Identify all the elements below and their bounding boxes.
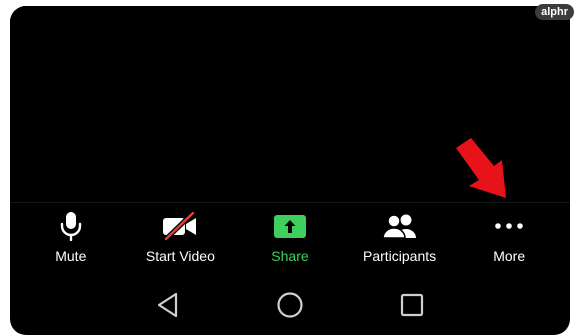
android-nav-bar <box>10 274 570 335</box>
recents-button[interactable] <box>397 290 427 320</box>
home-button[interactable] <box>275 290 305 320</box>
start-video-label: Start Video <box>145 248 215 264</box>
meeting-toolbar: Mute Start Video Share Participants More <box>10 203 570 273</box>
mute-label: Mute <box>55 248 87 264</box>
share-label: Share <box>271 248 309 264</box>
mute-button[interactable]: Mute <box>21 203 121 264</box>
more-button[interactable]: More <box>459 203 559 264</box>
more-label: More <box>493 248 526 264</box>
video-off-icon <box>160 211 200 241</box>
annotation-arrow-icon <box>456 138 506 198</box>
start-video-button[interactable]: Start Video <box>130 203 230 264</box>
participants-icon <box>380 211 420 241</box>
back-button[interactable] <box>153 290 183 320</box>
recents-square-icon <box>400 293 424 316</box>
participants-label: Participants <box>363 248 437 264</box>
back-triangle-icon <box>157 292 178 317</box>
more-dots-icon <box>489 211 529 241</box>
microphone-icon <box>51 211 91 241</box>
alphr-watermark: alphr <box>535 4 574 20</box>
share-button[interactable]: Share <box>240 203 340 264</box>
home-circle-icon <box>277 291 303 318</box>
participants-button[interactable]: Participants <box>350 203 450 264</box>
share-screen-icon <box>270 211 310 241</box>
